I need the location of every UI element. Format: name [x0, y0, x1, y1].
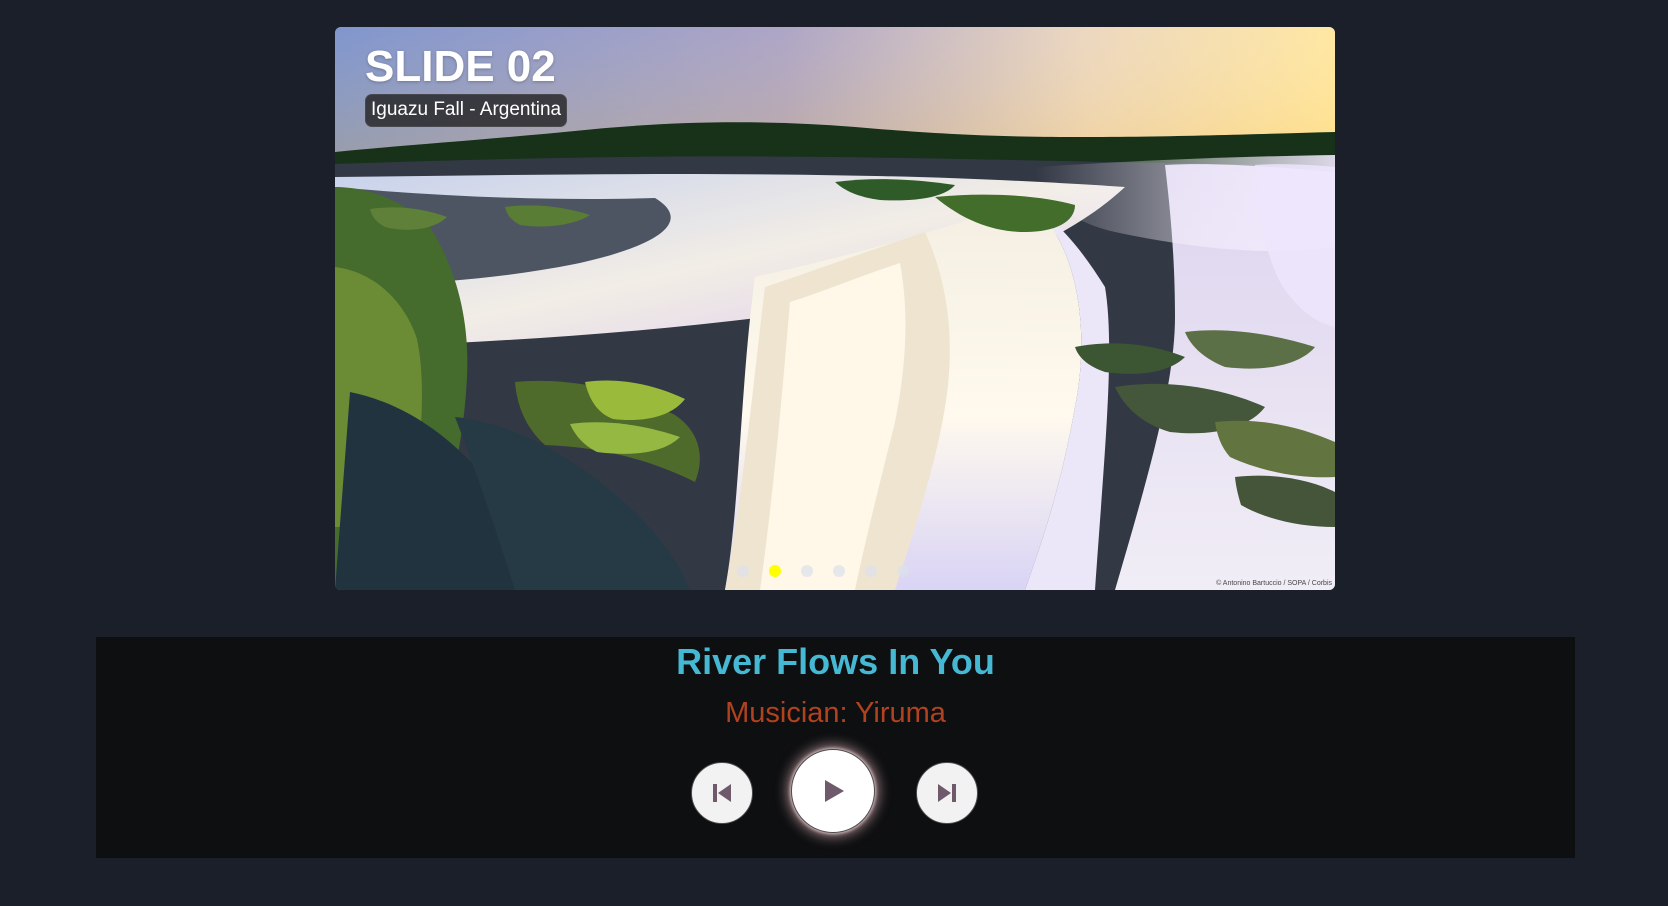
slide-caption: Iguazu Fall - Argentina [365, 94, 568, 127]
play-button[interactable] [791, 749, 875, 833]
slide-dot-1[interactable] [737, 565, 749, 577]
slide-dot-3[interactable] [801, 565, 813, 577]
song-title: River Flows In You [676, 641, 995, 682]
skip-next-icon [935, 781, 959, 805]
image-slider[interactable]: SLIDE 02 Iguazu Fall - Argentina © Anton… [335, 27, 1335, 590]
previous-track-button[interactable] [691, 762, 753, 824]
slide-dot-2[interactable] [769, 565, 781, 577]
musician-label: Musician: Yiruma [725, 697, 946, 729]
slide-dot-6[interactable] [897, 565, 909, 577]
next-track-button[interactable] [916, 762, 978, 824]
skip-previous-icon [710, 781, 734, 805]
slide-label: SLIDE 02 [365, 42, 556, 91]
photo-credit: © Antonino Bartuccio / SOPA / Corbis [1216, 580, 1332, 587]
play-icon [818, 776, 848, 806]
music-player: River Flows In You Musician: Yiruma [96, 637, 1575, 858]
slide-dot-4[interactable] [833, 565, 845, 577]
slide-dot-5[interactable] [865, 565, 877, 577]
slide-dots [335, 565, 1323, 577]
